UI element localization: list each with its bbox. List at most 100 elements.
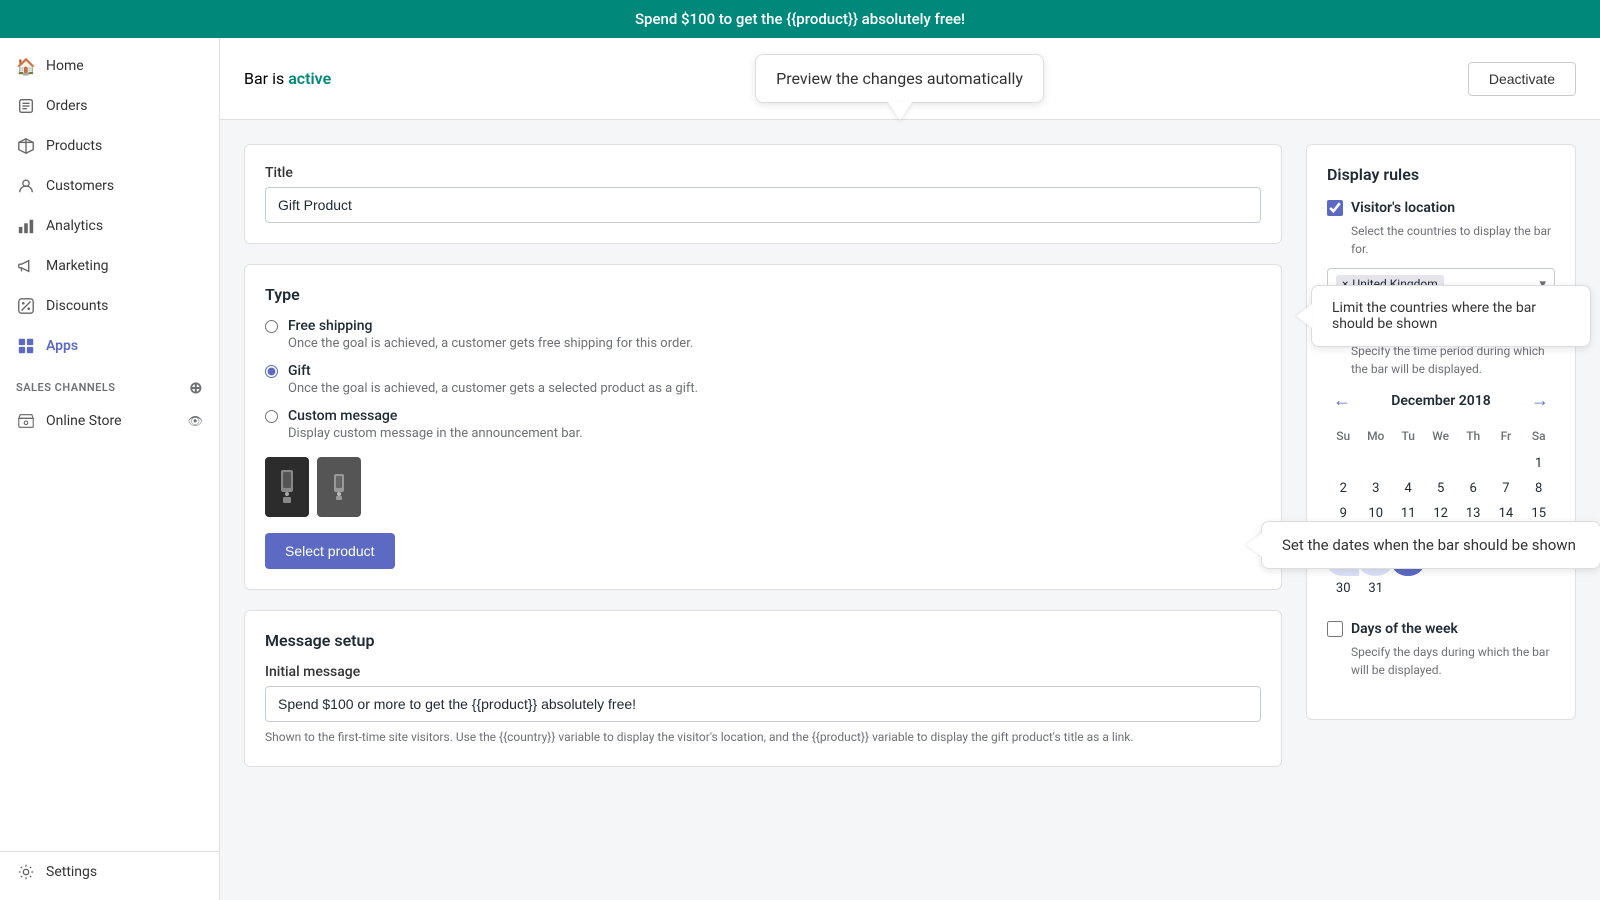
sidebar-item-products[interactable]: Products <box>0 126 219 166</box>
cal-day[interactable]: 4 <box>1392 476 1424 501</box>
settings-icon <box>16 862 36 882</box>
cal-day[interactable] <box>1522 576 1555 601</box>
day-header-tu: Tu <box>1392 425 1424 451</box>
sidebar-bottom: Settings <box>0 851 219 892</box>
cal-day[interactable]: 2 <box>1327 476 1359 501</box>
cal-day[interactable]: 3 <box>1359 476 1391 501</box>
sidebar-label-orders: Orders <box>46 98 88 114</box>
gift-desc: Once the goal is achieved, a customer ge… <box>288 381 698 396</box>
orders-icon <box>16 96 36 116</box>
cal-day[interactable] <box>1457 576 1489 601</box>
cal-day[interactable] <box>1392 576 1424 601</box>
announcement-bar: Spend $100 to get the {{product}} absolu… <box>0 0 1600 38</box>
day-header-sa: Sa <box>1522 425 1555 451</box>
cal-day[interactable] <box>1424 576 1456 601</box>
display-rules-card: Display rules Visitor's location Select … <box>1306 144 1576 720</box>
sidebar-item-marketing[interactable]: Marketing <box>0 246 219 286</box>
cal-day[interactable] <box>1424 451 1456 476</box>
sidebar-item-discounts[interactable]: Discounts <box>0 286 219 326</box>
sidebar-item-home[interactable]: 🏠 Home <box>0 46 219 86</box>
sidebar-item-analytics[interactable]: Analytics <box>0 206 219 246</box>
calendar-nav: ← December 2018 → <box>1327 388 1555 413</box>
prev-month-button[interactable]: ← <box>1327 388 1357 413</box>
add-sales-channel-btn[interactable]: ⊕ <box>189 378 203 397</box>
day-header-su: Su <box>1327 425 1359 451</box>
display-rules-title: Display rules <box>1327 165 1555 184</box>
sidebar-item-customers[interactable]: Customers <box>0 166 219 206</box>
visitor-location-desc: Select the countries to display the bar … <box>1351 222 1555 258</box>
cal-day[interactable] <box>1489 451 1522 476</box>
calendar: ← December 2018 → Su Mo Tu <box>1327 388 1555 601</box>
sidebar-label-apps: Apps <box>46 338 78 354</box>
home-icon: 🏠 <box>16 56 36 76</box>
bar-status-row: Bar is active Preview the changes automa… <box>220 38 1600 120</box>
initial-message-help: Shown to the first-time site visitors. U… <box>265 728 1261 746</box>
sidebar-item-online-store[interactable]: Online Store 👁 <box>0 401 219 441</box>
date-range-desc: Specify the time period during which the… <box>1351 342 1555 378</box>
days-of-week-checkbox[interactable] <box>1327 621 1343 637</box>
sidebar-label-home: Home <box>46 58 84 74</box>
gift-label: Gift <box>288 363 698 379</box>
calendar-month: December 2018 <box>1391 393 1491 409</box>
calendar-grid: Su Mo Tu We Th Fr Sa <box>1327 425 1555 601</box>
cal-day[interactable] <box>1327 451 1359 476</box>
type-card: Type Limit the countries where the bar s… <box>244 264 1282 590</box>
cal-day[interactable]: 31 <box>1359 576 1391 601</box>
apps-icon <box>16 336 36 356</box>
cal-day[interactable] <box>1489 576 1522 601</box>
analytics-icon <box>16 216 36 236</box>
next-month-button[interactable]: → <box>1525 388 1555 413</box>
message-setup-title: Message setup <box>265 631 1261 650</box>
sidebar-item-apps[interactable]: Apps <box>0 326 219 366</box>
countries-tooltip: Limit the countries where the bar should… <box>1311 285 1591 347</box>
days-of-week-header: Days of the week <box>1327 621 1555 637</box>
table-row: 1 <box>1327 451 1555 476</box>
sidebar-label-analytics: Analytics <box>46 218 103 234</box>
online-store-icon <box>16 411 36 431</box>
days-of-week-section: Days of the week Specify the days during… <box>1327 621 1555 679</box>
title-input[interactable] <box>265 187 1261 223</box>
sales-channels-label: SALES CHANNELS ⊕ <box>0 366 219 401</box>
cal-day[interactable] <box>1359 451 1391 476</box>
deactivate-button[interactable]: Deactivate <box>1468 62 1576 96</box>
product-icon-2 <box>317 457 361 517</box>
sidebar-item-settings[interactable]: Settings <box>0 852 219 892</box>
visitor-location-header: Visitor's location <box>1327 200 1555 216</box>
title-card: Title <box>244 144 1282 244</box>
radio-free-shipping-input[interactable] <box>265 320 278 333</box>
cal-day[interactable]: 6 <box>1457 476 1489 501</box>
day-header-th: Th <box>1457 425 1489 451</box>
cal-day[interactable]: 7 <box>1489 476 1522 501</box>
message-setup-card: Message setup Initial message Shown to t… <box>244 610 1282 767</box>
day-header-fr: Fr <box>1489 425 1522 451</box>
radio-gift-input[interactable] <box>265 365 278 378</box>
day-header-we: We <box>1424 425 1456 451</box>
days-of-week-title: Days of the week <box>1351 621 1458 637</box>
preview-tooltip: Preview the changes automatically <box>755 54 1044 103</box>
radio-custom-message-input[interactable] <box>265 410 278 423</box>
sidebar-label-marketing: Marketing <box>46 258 109 274</box>
sidebar-label-settings: Settings <box>46 864 97 880</box>
initial-message-input[interactable] <box>265 686 1261 722</box>
product-icon-1 <box>265 457 309 517</box>
content-area: Title Type Limit the countries where the… <box>220 120 1600 900</box>
cal-day[interactable]: 5 <box>1424 476 1456 501</box>
discounts-icon <box>16 296 36 316</box>
cal-day[interactable]: 1 <box>1522 451 1555 476</box>
select-product-button[interactable]: Select product <box>265 533 395 569</box>
custom-message-desc: Display custom message in the announceme… <box>288 426 583 441</box>
announcement-text: Spend $100 to get the {{product}} absolu… <box>635 10 965 28</box>
cal-day[interactable]: 30 <box>1327 576 1359 601</box>
cal-day[interactable] <box>1392 451 1424 476</box>
sidebar-label-products: Products <box>46 138 102 154</box>
left-panel: Title Type Limit the countries where the… <box>244 144 1282 876</box>
cal-day[interactable] <box>1457 451 1489 476</box>
radio-gift: Gift Once the goal is achieved, a custom… <box>265 363 1261 396</box>
cal-day[interactable]: 8 <box>1522 476 1555 501</box>
radio-custom-message: Custom message Display custom message in… <box>265 408 1261 441</box>
visitor-location-checkbox[interactable] <box>1327 200 1343 216</box>
sidebar-item-orders[interactable]: Orders <box>0 86 219 126</box>
custom-message-label: Custom message <box>288 408 583 424</box>
bar-status-text: Bar is active <box>244 69 331 88</box>
initial-message-label: Initial message <box>265 664 1261 680</box>
